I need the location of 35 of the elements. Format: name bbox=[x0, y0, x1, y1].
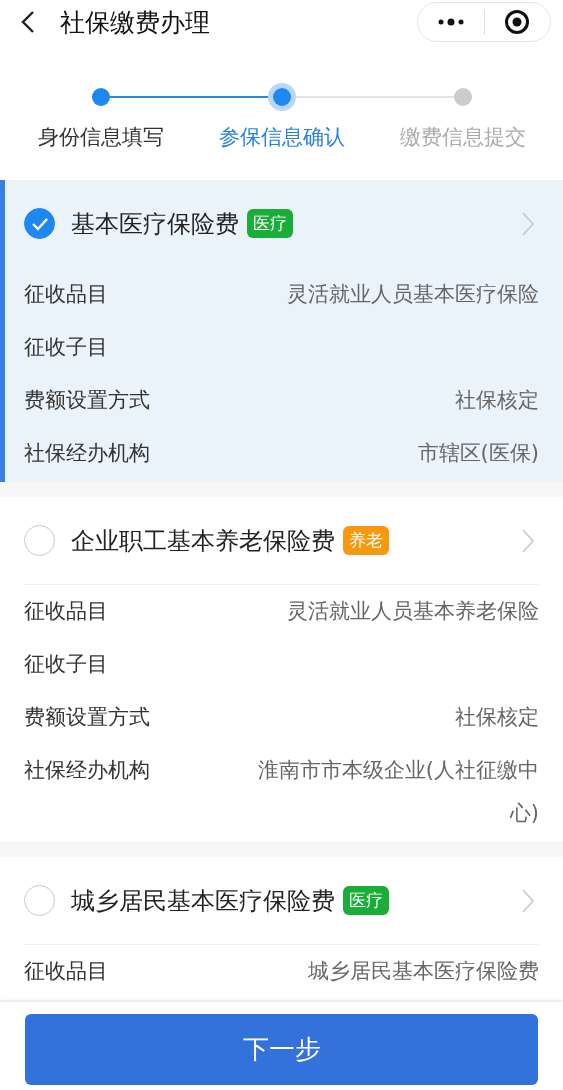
field-value: 市辖区(医保) bbox=[417, 440, 539, 467]
radio-checkbox[interactable] bbox=[24, 208, 55, 239]
field-value: 社保核定 bbox=[455, 387, 539, 414]
back-icon[interactable] bbox=[20, 10, 36, 34]
step-label: 身份信息填写 bbox=[37, 124, 164, 151]
field-label: 社保经办机构 bbox=[24, 757, 150, 784]
field-value: 灵活就业人员基本医疗保险 bbox=[287, 281, 539, 308]
field-value: 灵活就业人员基本养老保险 bbox=[287, 598, 539, 625]
category-tag: 养老 bbox=[343, 526, 389, 555]
next-step-button[interactable]: 下一步 bbox=[25, 1014, 538, 1085]
insurance-name: 城乡居民基本医疗保险费 bbox=[71, 885, 335, 917]
radio-checkbox[interactable] bbox=[24, 885, 55, 916]
field-label: 征收品目 bbox=[24, 281, 108, 308]
field-label: 社保经办机构 bbox=[24, 440, 150, 467]
field-label: 费额设置方式 bbox=[24, 387, 150, 414]
category-tag: 医疗 bbox=[247, 209, 293, 238]
field-value: 淮南市市本级企业(人社征缴中心) bbox=[256, 757, 539, 827]
step-label: 参保信息确认 bbox=[218, 124, 345, 151]
chevron-right-icon[interactable] bbox=[521, 527, 535, 554]
radio-checkbox[interactable] bbox=[24, 525, 55, 556]
field-label: 征收子目 bbox=[24, 334, 108, 361]
chevron-right-icon[interactable] bbox=[521, 887, 535, 914]
insurance-name: 基本医疗保险费 bbox=[71, 208, 239, 240]
chevron-right-icon[interactable] bbox=[521, 210, 535, 237]
field-label: 征收品目 bbox=[24, 958, 108, 985]
check-icon bbox=[30, 216, 49, 231]
step-label: 缴费信息提交 bbox=[399, 124, 526, 151]
field-value: 社保核定 bbox=[455, 704, 539, 731]
page-title: 社保缴费办理 bbox=[60, 6, 211, 39]
field-label: 费额设置方式 bbox=[24, 704, 150, 731]
field-label: 征收品目 bbox=[24, 598, 108, 625]
field-value: 城乡居民基本医疗保险费 bbox=[308, 958, 539, 985]
category-tag: 医疗 bbox=[343, 886, 389, 915]
field-label: 征收子目 bbox=[24, 651, 108, 678]
insurance-name: 企业职工基本养老保险费 bbox=[71, 525, 335, 557]
